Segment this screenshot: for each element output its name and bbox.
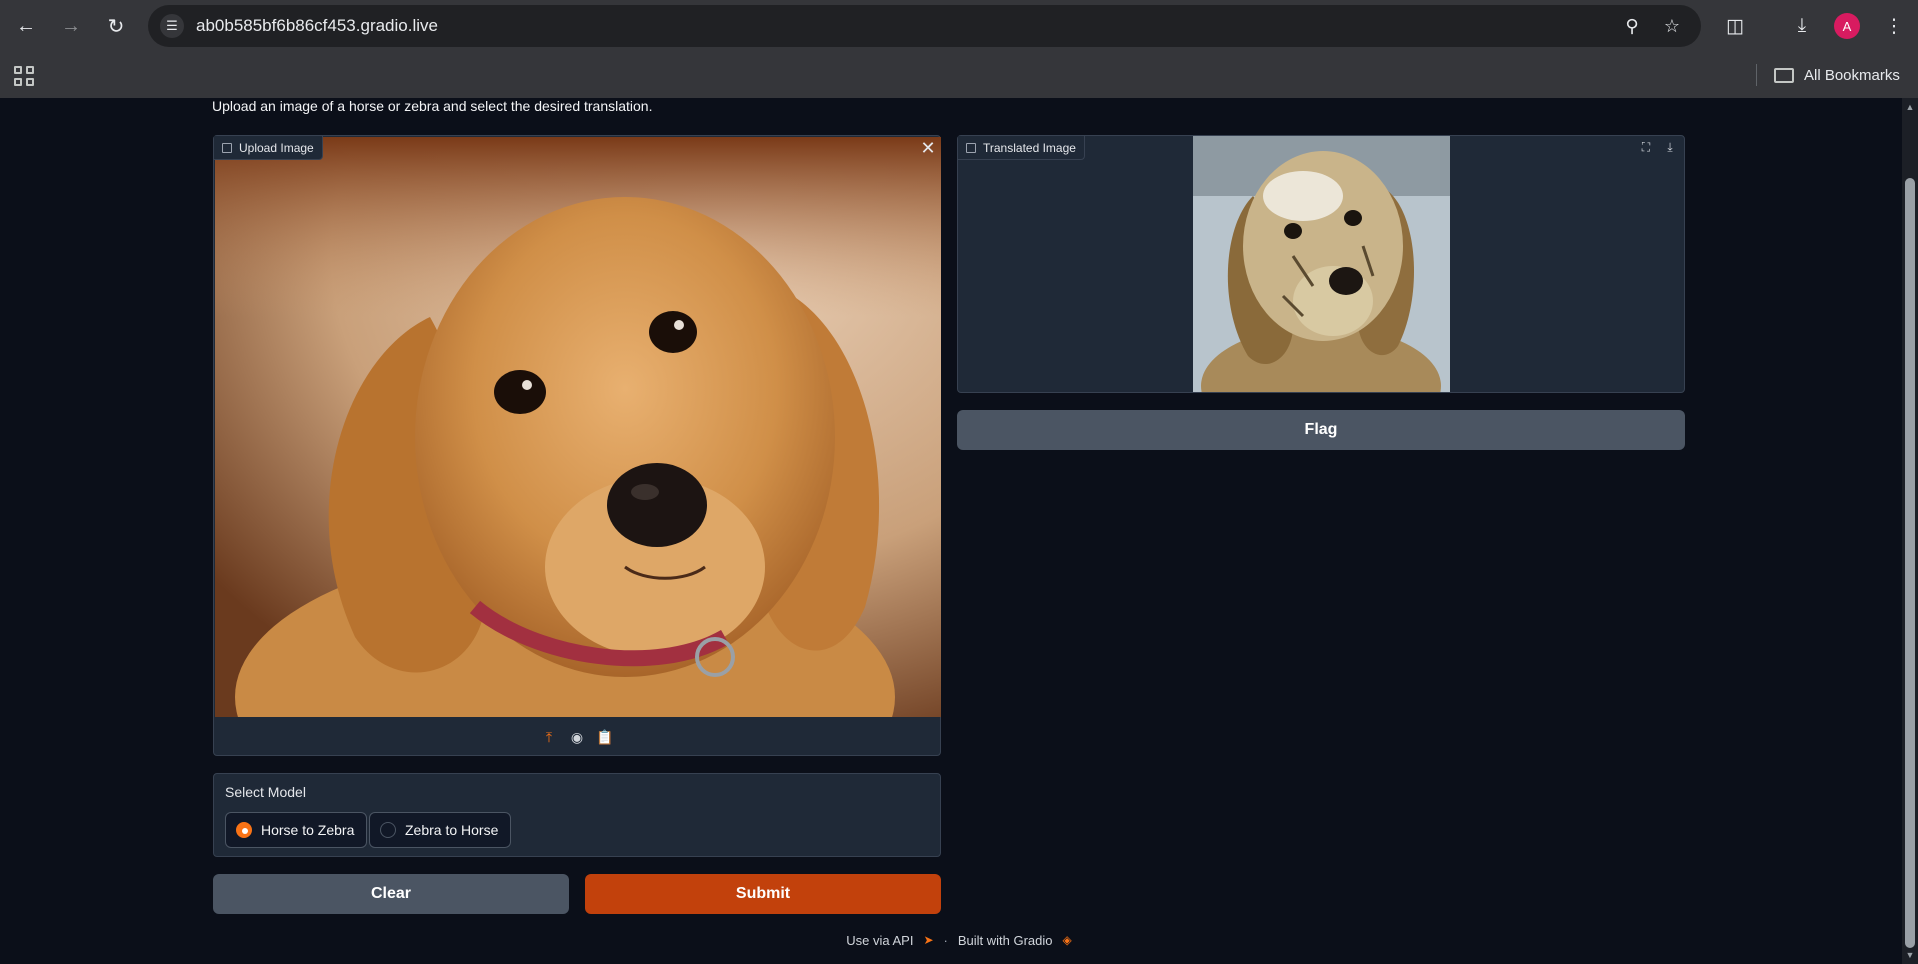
- fullscreen-icon[interactable]: ⛶: [1638, 139, 1654, 155]
- zoom-icon[interactable]: ⚲: [1620, 14, 1644, 38]
- rocket-icon: ➤: [923, 933, 934, 947]
- apps-icon[interactable]: [10, 62, 36, 88]
- scroll-down-icon[interactable]: ▼: [1905, 950, 1915, 960]
- bookmarks-bar: All Bookmarks: [0, 52, 1918, 98]
- webcam-icon[interactable]: ◉: [568, 728, 586, 746]
- radio-horse-to-zebra[interactable]: Horse to Zebra: [225, 812, 368, 848]
- radio-zebra-to-horse[interactable]: Zebra to Horse: [369, 812, 512, 848]
- site-info-icon[interactable]: ☰: [160, 14, 184, 38]
- back-button[interactable]: ←: [10, 10, 42, 42]
- extensions-icon[interactable]: ◫: [1719, 10, 1751, 42]
- footer-separator: ·: [943, 932, 948, 948]
- upload-image-badge: Upload Image: [214, 136, 323, 160]
- address-bar[interactable]: ☰ ab0b585bf6b86cf453.gradio.live ⚲ ☆: [148, 5, 1701, 47]
- gradio-logo-icon: ◈: [1062, 933, 1072, 947]
- browser-chrome: ← → ↻ ☰ ab0b585bf6b86cf453.gradio.live ⚲…: [0, 0, 1918, 98]
- reload-button[interactable]: ↻: [100, 10, 132, 42]
- all-bookmarks-label: All Bookmarks: [1804, 66, 1900, 84]
- forward-button[interactable]: →: [55, 10, 87, 42]
- translated-image-label: Translated Image: [983, 140, 1076, 155]
- built-with-gradio-link[interactable]: Built with Gradio: [958, 933, 1053, 948]
- radio-label: Zebra to Horse: [405, 822, 499, 838]
- radio-indicator-checked[interactable]: [236, 822, 252, 838]
- profile-avatar[interactable]: A: [1834, 13, 1860, 39]
- download-icon[interactable]: ⤓: [1786, 10, 1818, 42]
- all-bookmarks-button[interactable]: All Bookmarks: [1774, 62, 1900, 88]
- radio-indicator[interactable]: [380, 822, 396, 838]
- translated-image-badge: Translated Image: [958, 136, 1085, 160]
- bookmark-star-icon[interactable]: ☆: [1660, 14, 1684, 38]
- bookmarks-separator: [1756, 64, 1757, 86]
- page-description: Upload an image of a horse or zebra and …: [212, 98, 653, 114]
- select-model-label: Select Model: [225, 784, 306, 800]
- page-content: Upload an image of a horse or zebra and …: [0, 98, 1918, 964]
- submit-button[interactable]: Submit: [585, 874, 941, 914]
- translated-image-block: Translated Image ⛶ ⤓: [957, 135, 1685, 393]
- footer: Use via API ➤ · Built with Gradio ◈: [0, 930, 1918, 950]
- translated-image: [1193, 136, 1450, 392]
- image-icon: [222, 142, 232, 153]
- use-via-api-link[interactable]: Use via API: [846, 933, 913, 948]
- clipboard-icon[interactable]: 📋: [596, 728, 614, 746]
- uploaded-image: [215, 137, 941, 717]
- close-icon[interactable]: ✕: [918, 138, 938, 158]
- output-actions: ⛶ ⤓: [1638, 139, 1678, 155]
- toolbar: ← → ↻ ☰ ab0b585bf6b86cf453.gradio.live ⚲…: [0, 0, 1918, 52]
- upload-icon[interactable]: ⤒: [540, 728, 558, 746]
- menu-icon[interactable]: ⋮: [1878, 10, 1910, 42]
- folder-icon: [1774, 67, 1794, 83]
- upload-image-block[interactable]: Upload Image ✕ ⤒ ◉ 📋: [213, 135, 941, 756]
- image-source-bar: ⤒ ◉ 📋: [214, 718, 940, 756]
- scrollbar[interactable]: ▲ ▼: [1902, 98, 1918, 964]
- flag-button[interactable]: Flag: [957, 410, 1685, 450]
- image-icon: [966, 142, 976, 153]
- select-model-block: Select Model Horse to Zebra Zebra to Hor…: [213, 773, 941, 857]
- download-icon[interactable]: ⤓: [1662, 139, 1678, 155]
- upload-image-label: Upload Image: [239, 140, 314, 155]
- scrollbar-thumb[interactable]: [1905, 178, 1915, 948]
- url-text[interactable]: ab0b585bf6b86cf453.gradio.live: [196, 16, 438, 36]
- clear-button[interactable]: Clear: [213, 874, 569, 914]
- radio-label: Horse to Zebra: [261, 822, 355, 838]
- scroll-up-icon[interactable]: ▲: [1905, 102, 1915, 112]
